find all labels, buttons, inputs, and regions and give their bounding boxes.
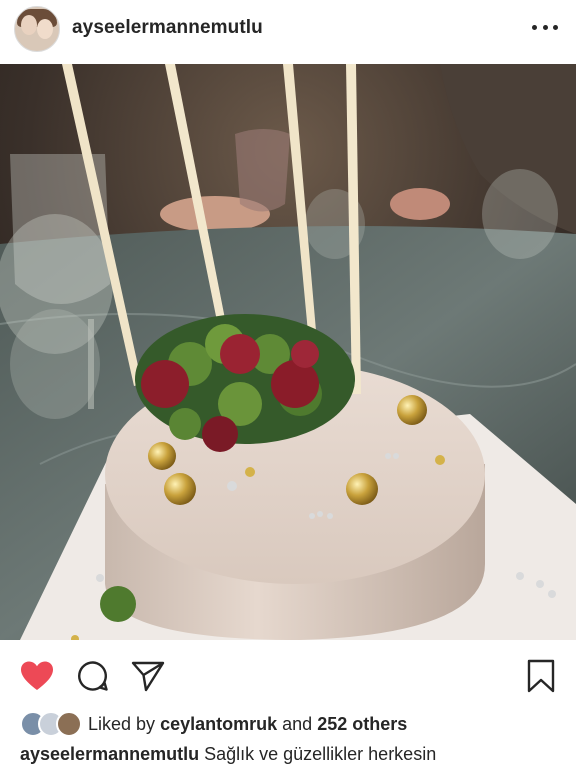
- post-photo[interactable]: [0, 64, 576, 640]
- post-action-bar: [0, 640, 576, 710]
- post-caption: ayseelermannemutlu Sağlık ve güzellikler…: [20, 744, 436, 765]
- likes-others[interactable]: 252 others: [317, 714, 407, 734]
- share-paper-plane-icon[interactable]: [131, 660, 165, 692]
- likes-text: Liked by ceylantomruk and 252 others: [88, 714, 407, 735]
- likes-connector: and: [282, 713, 313, 734]
- heart-filled-icon[interactable]: [20, 660, 54, 692]
- post-username[interactable]: ayseelermannemutlu: [72, 17, 263, 39]
- avatar[interactable]: [14, 6, 60, 52]
- bookmark-icon[interactable]: [526, 659, 556, 693]
- likes-row[interactable]: Liked by ceylantomruk and 252 others: [20, 711, 407, 737]
- likes-prefix: Liked by: [88, 713, 156, 734]
- liker-avatar: [56, 711, 82, 737]
- post-header: ayseelermannemutlu: [0, 0, 576, 64]
- more-options-icon[interactable]: [532, 20, 558, 34]
- comment-icon[interactable]: [77, 660, 109, 692]
- likes-user[interactable]: ceylantomruk: [160, 714, 277, 734]
- caption-text: Sağlık ve güzellikler herkesin: [204, 744, 437, 764]
- caption-username[interactable]: ayseelermannemutlu: [20, 744, 199, 764]
